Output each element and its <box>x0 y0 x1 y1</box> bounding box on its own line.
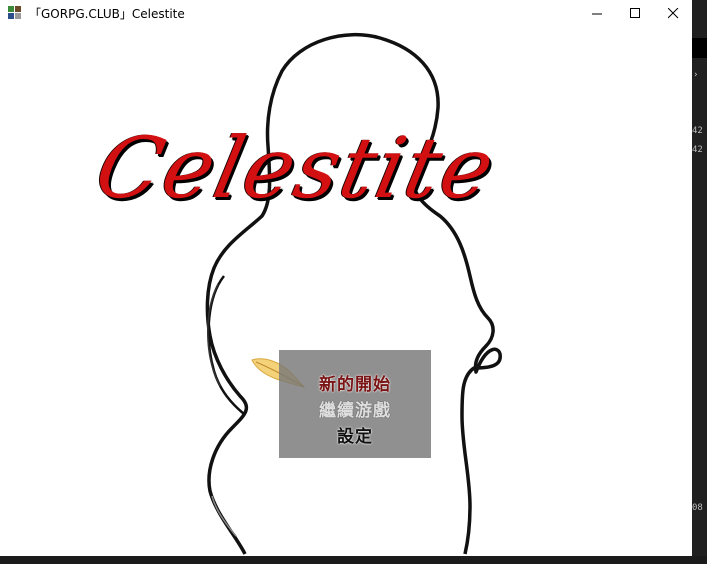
title-menu: 新的開始 繼續游戲 設定 <box>279 350 431 458</box>
background-number: 08 <box>692 503 703 513</box>
minimize-icon <box>591 13 602 14</box>
chevron-right-icon: › <box>694 70 698 80</box>
background-number: 42 <box>692 145 703 155</box>
app-icon <box>8 6 21 19</box>
title-bar[interactable]: 「GORPG.CLUB」Celestite <box>0 0 692 26</box>
menu-item-continue[interactable]: 繼續游戲 <box>279 396 431 421</box>
close-button[interactable] <box>654 0 692 26</box>
background-bottom-edge <box>0 556 707 564</box>
background-window-edge: › 42 42 08 <box>692 0 707 564</box>
game-logo: Celestite <box>87 119 505 217</box>
game-title-screen[interactable]: Celestite 新的開始 繼續游戲 設定 <box>0 26 692 556</box>
maximize-button[interactable] <box>616 0 654 26</box>
background-toolbar <box>692 38 707 58</box>
menu-item-settings[interactable]: 設定 <box>279 422 431 447</box>
menu-item-new-game[interactable]: 新的開始 <box>279 370 431 395</box>
window-title: 「GORPG.CLUB」Celestite <box>29 7 185 21</box>
character-silhouette <box>205 33 502 555</box>
minimize-button[interactable] <box>578 0 616 26</box>
background-number: 42 <box>692 126 703 136</box>
close-icon <box>667 7 678 18</box>
game-window: 「GORPG.CLUB」Celestite Celestite 新的開始 繼續游… <box>0 0 692 556</box>
maximize-icon <box>629 7 640 18</box>
